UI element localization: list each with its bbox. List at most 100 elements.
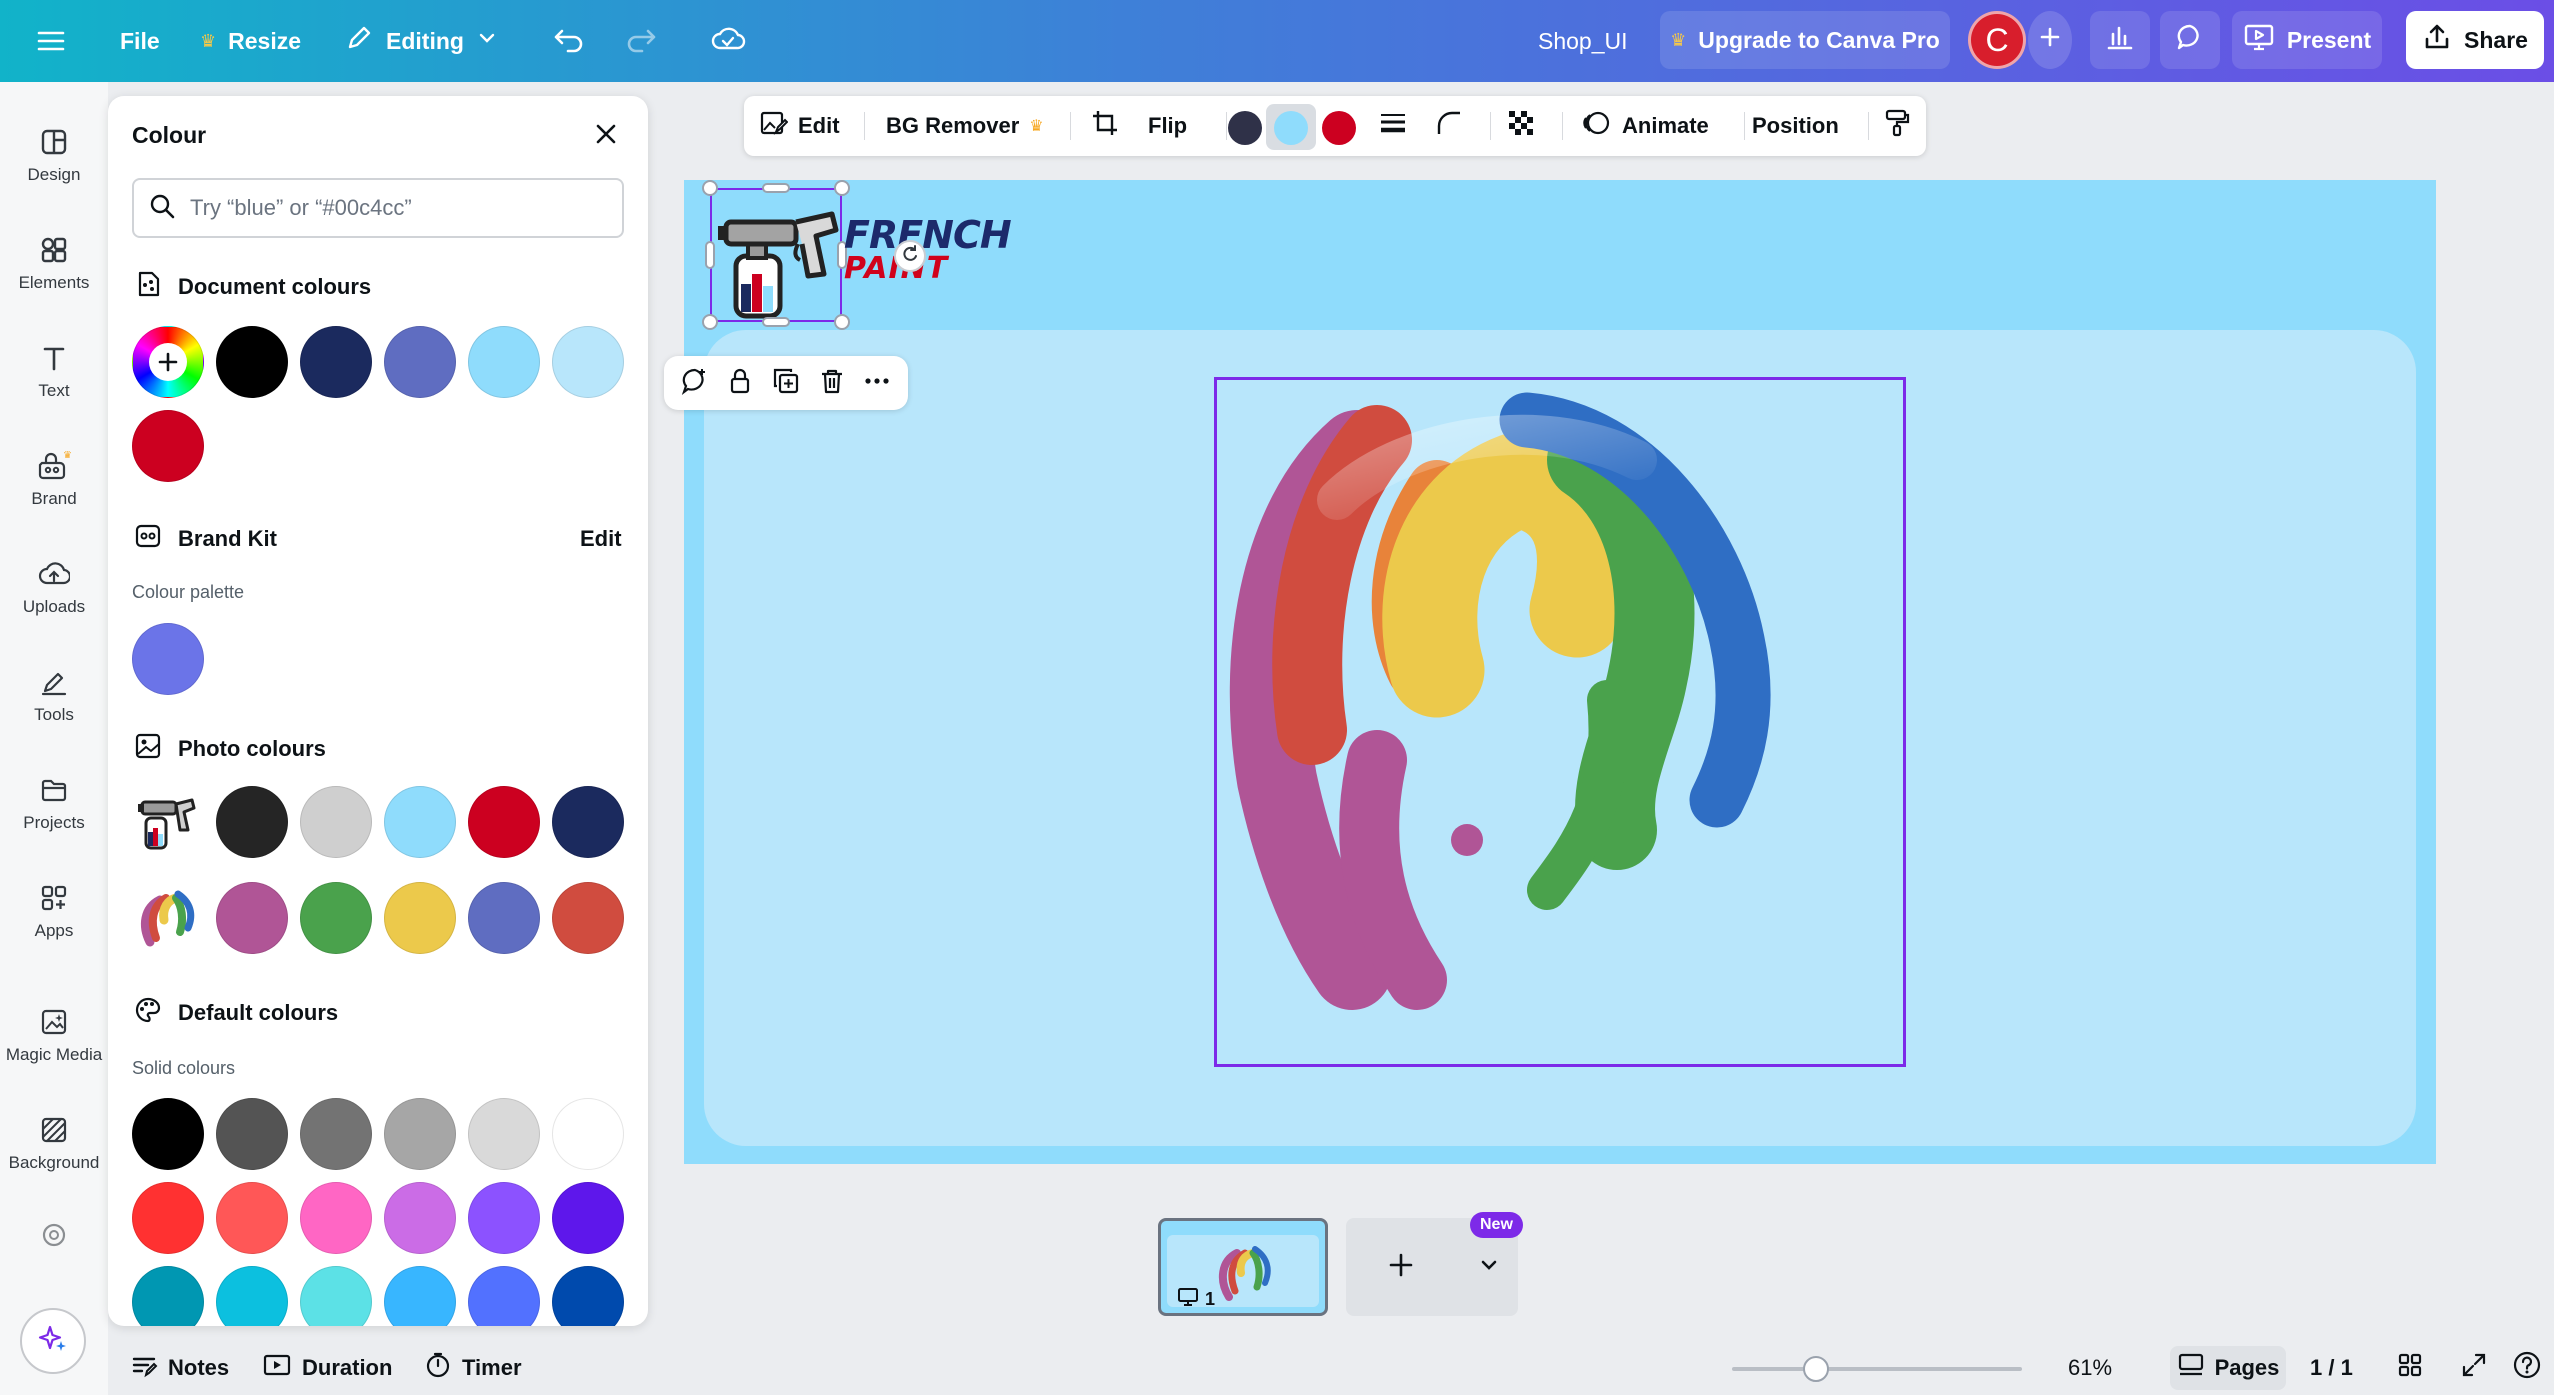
zoom-slider-handle[interactable] (1803, 1356, 1830, 1382)
colour-swatch[interactable] (468, 326, 540, 398)
colour-swatch[interactable] (384, 1098, 456, 1170)
rail-item-background[interactable]: Background (0, 1096, 108, 1192)
colour-swatch[interactable] (300, 786, 372, 858)
insights-button[interactable] (2090, 11, 2150, 69)
undo-button[interactable] (552, 0, 586, 82)
upgrade-button[interactable]: ♛ Upgrade to Canva Pro (1660, 11, 1950, 69)
rail-item-projects[interactable]: Projects (0, 756, 108, 852)
colour-swatch[interactable] (468, 882, 540, 954)
colour-swatch[interactable] (468, 1098, 540, 1170)
grid-view-button[interactable] (2396, 1340, 2424, 1395)
brand-wordmark[interactable]: FRENCH PAINT (844, 216, 1012, 284)
colour-swatch[interactable] (132, 1098, 204, 1170)
colour-swatch[interactable] (132, 410, 204, 482)
paint-splash-image-frame[interactable] (1214, 377, 1906, 1067)
colour-swatch[interactable] (468, 786, 540, 858)
lock-icon[interactable] (725, 366, 755, 401)
rail-item-apps[interactable]: Apps (0, 864, 108, 960)
pages-button[interactable]: Pages (2170, 1346, 2286, 1390)
colour-swatch[interactable] (300, 326, 372, 398)
brand-kit-edit-link[interactable]: Edit (580, 526, 622, 552)
colour-swatch[interactable] (552, 326, 624, 398)
image-colour-swatch[interactable] (1274, 111, 1308, 145)
colour-swatch[interactable] (552, 786, 624, 858)
add-page-button[interactable] (1346, 1218, 1456, 1316)
colour-swatch[interactable] (216, 326, 288, 398)
image-colour-swatch[interactable] (1322, 111, 1356, 145)
design-page[interactable]: FRENCH PAINT (664, 180, 2436, 1164)
trash-icon[interactable] (817, 366, 847, 401)
colour-swatch[interactable] (552, 1266, 624, 1326)
border-style-button[interactable] (1378, 96, 1408, 156)
corner-rounding-button[interactable] (1434, 96, 1464, 156)
file-menu[interactable]: File (120, 0, 160, 82)
rail-item-openai[interactable] (0, 1200, 108, 1270)
colour-search-input[interactable] (190, 195, 590, 221)
resize-handle[interactable] (702, 180, 718, 196)
colour-swatch[interactable] (300, 882, 372, 954)
help-button[interactable] (2512, 1340, 2542, 1395)
position-button[interactable]: Position (1752, 96, 1839, 156)
resize-handle[interactable] (702, 314, 718, 330)
resize-handle[interactable] (762, 183, 790, 193)
colour-swatch[interactable] (552, 1182, 624, 1254)
duration-button[interactable]: Duration (262, 1340, 392, 1395)
resize-handle[interactable] (834, 314, 850, 330)
colour-swatch[interactable] (468, 1266, 540, 1326)
rail-item-uploads[interactable]: Uploads (0, 540, 108, 636)
cloud-save-status[interactable] (710, 0, 746, 82)
share-button[interactable]: Share (2406, 11, 2544, 69)
rail-item-text[interactable]: Text (0, 324, 108, 420)
close-panel-button[interactable] (588, 118, 624, 154)
more-options-icon[interactable] (862, 366, 892, 401)
invite-button[interactable] (2028, 11, 2072, 69)
comment-add-icon[interactable] (680, 366, 710, 401)
colour-swatch[interactable] (384, 1182, 456, 1254)
rotate-handle[interactable] (894, 240, 926, 272)
timer-button[interactable]: Timer (424, 1340, 522, 1395)
flip-button[interactable]: Flip (1148, 96, 1187, 156)
bg-remover-button[interactable]: BG Remover ♛ (886, 96, 1044, 156)
rail-item-brand[interactable]: ♛ Brand (0, 432, 108, 528)
colour-swatch[interactable] (216, 1182, 288, 1254)
colour-search[interactable] (132, 178, 624, 238)
rail-item-magic-media[interactable]: Magic Media (0, 988, 108, 1084)
image-colour-swatch[interactable] (1228, 111, 1262, 145)
redo-button[interactable] (624, 0, 658, 82)
edit-image-button[interactable]: Edit (758, 96, 840, 156)
duplicate-icon[interactable] (771, 366, 801, 401)
rail-item-design[interactable]: Design (0, 108, 108, 204)
colour-swatch[interactable] (216, 882, 288, 954)
crop-button[interactable] (1090, 96, 1120, 156)
comments-button[interactable] (2160, 11, 2220, 69)
fullscreen-button[interactable] (2460, 1340, 2488, 1395)
colour-swatch[interactable] (468, 1182, 540, 1254)
colour-swatch[interactable] (552, 1098, 624, 1170)
colour-swatch[interactable] (216, 1098, 288, 1170)
colour-swatch[interactable] (216, 1266, 288, 1326)
resize-handle[interactable] (762, 317, 790, 327)
colour-swatch[interactable] (300, 1098, 372, 1170)
resize-handle[interactable] (834, 180, 850, 196)
rail-item-elements[interactable]: Elements (0, 216, 108, 312)
present-button[interactable]: Present (2232, 11, 2382, 69)
zoom-level[interactable]: 61% (2068, 1340, 2112, 1395)
colour-swatch[interactable] (216, 786, 288, 858)
colour-swatch[interactable] (384, 786, 456, 858)
avatar[interactable]: C (1968, 11, 2026, 69)
notes-button[interactable]: Notes (130, 1340, 229, 1395)
rail-item-tools[interactable]: Tools (0, 648, 108, 744)
colour-swatch[interactable] (384, 882, 456, 954)
transparency-button[interactable] (1506, 96, 1536, 156)
colour-swatch[interactable] (132, 1266, 204, 1326)
magic-assistant-button[interactable] (20, 1308, 86, 1374)
colour-swatch[interactable] (300, 1182, 372, 1254)
colour-swatch[interactable] (132, 1182, 204, 1254)
add-colour-button[interactable] (132, 326, 204, 398)
zoom-slider-track[interactable] (1732, 1367, 2022, 1371)
editing-mode-dropdown[interactable]: Editing (344, 0, 498, 82)
menu-button[interactable] (36, 0, 66, 82)
colour-swatch[interactable] (384, 326, 456, 398)
colour-swatch[interactable] (132, 623, 204, 695)
colour-swatch[interactable] (300, 1266, 372, 1326)
